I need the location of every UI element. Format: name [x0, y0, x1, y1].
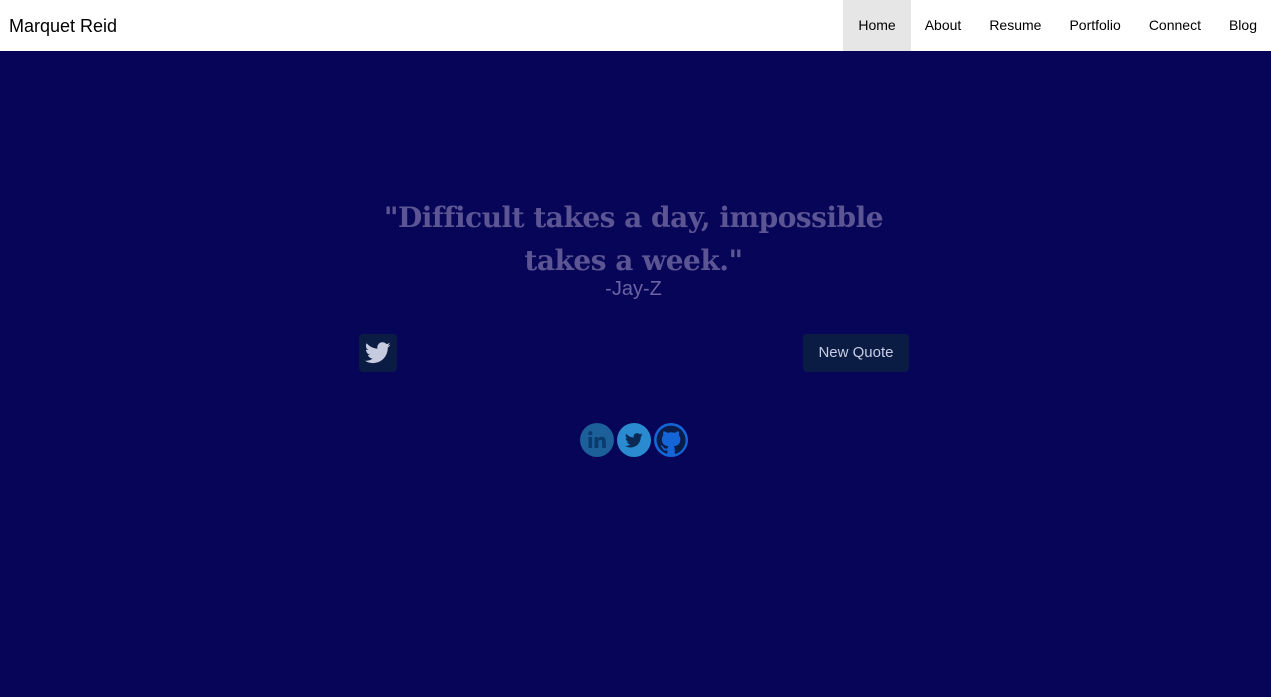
linkedin-icon [588, 431, 606, 448]
brand-name[interactable]: Marquet Reid [9, 15, 117, 37]
navbar: Marquet Reid Home About Resume Portfolio… [0, 0, 1271, 51]
github-link[interactable] [654, 423, 688, 457]
nav-item-blog[interactable]: Blog [1215, 0, 1271, 51]
github-icon [656, 425, 686, 454]
nav-item-resume[interactable]: Resume [975, 0, 1055, 51]
nav-item-portfolio[interactable]: Portfolio [1055, 0, 1134, 51]
nav-menu: Home About Resume Portfolio Connect Blog [843, 0, 1271, 51]
quote-text: "Difficult takes a day, impossible takes… [383, 201, 884, 277]
quote-box: "Difficult takes a day, impossible takes… [358, 196, 909, 301]
tweet-quote-button[interactable] [359, 334, 397, 372]
nav-item-connect[interactable]: Connect [1135, 0, 1215, 51]
quote-author: -Jay-Z [605, 278, 662, 300]
twitter-icon [365, 342, 391, 364]
linkedin-link[interactable] [580, 423, 614, 457]
twitter-icon [625, 432, 643, 447]
nav-item-home[interactable]: Home [843, 0, 911, 51]
social-links [580, 423, 688, 457]
new-quote-button[interactable]: New Quote [803, 334, 909, 372]
nav-item-about[interactable]: About [911, 0, 976, 51]
twitter-link[interactable] [617, 423, 651, 457]
